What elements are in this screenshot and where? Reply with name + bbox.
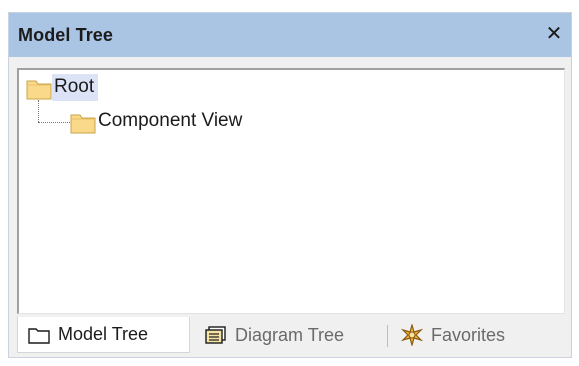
diagram-tree-icon [205, 326, 226, 344]
panel-titlebar: Model Tree ✕ [9, 13, 571, 57]
tree-node-component-view[interactable]: Component View [70, 108, 246, 135]
folder-icon [26, 80, 52, 99]
tab-model-tree[interactable]: Model Tree [17, 317, 190, 353]
close-icon[interactable]: ✕ [543, 23, 565, 45]
tree-connector-line [38, 100, 39, 122]
model-tree-panel: Model Tree ✕ Root Component View Model T [8, 12, 572, 358]
tab-diagram-tree[interactable]: Diagram Tree [205, 317, 344, 353]
tab-label: Model Tree [58, 324, 149, 344]
model-tree-icon [28, 327, 50, 344]
tab-separator [387, 325, 388, 347]
tree-connector-line [38, 122, 70, 123]
tree-node-root[interactable]: Root [26, 74, 99, 101]
tree-view[interactable]: Root Component View [17, 68, 565, 314]
tab-favorites[interactable]: Favorites [401, 317, 505, 353]
tab-label: Diagram Tree [235, 324, 345, 345]
tree-node-label: Component View [98, 110, 243, 131]
favorites-icon [401, 324, 423, 346]
tree-node-label: Root [52, 74, 99, 101]
panel-tab-bar: Model Tree Diagram Tree Favorites [17, 317, 563, 355]
panel-title: Model Tree [18, 24, 114, 45]
folder-icon [70, 114, 96, 133]
tab-label: Favorites [431, 324, 506, 345]
